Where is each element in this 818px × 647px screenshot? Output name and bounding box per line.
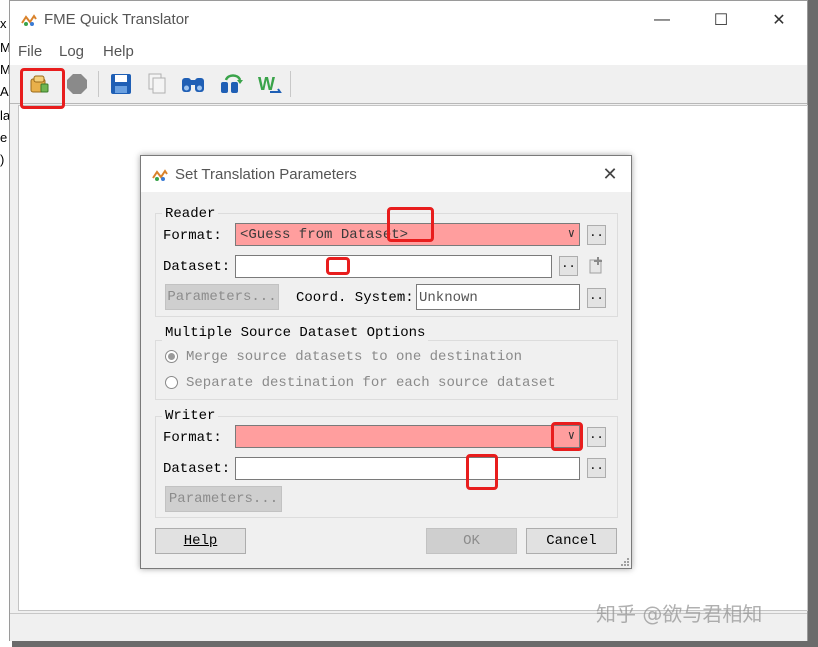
writer-parameters-button[interactable]: Parameters... <box>165 486 282 512</box>
coord-system-value: Unknown <box>419 290 478 306</box>
dialog-close-button[interactable]: ✕ <box>599 163 621 185</box>
close-icon: ✕ <box>772 12 786 29</box>
resize-grip-icon[interactable] <box>619 556 630 567</box>
background-text-fragment: e <box>0 130 8 145</box>
writer-format-label: Format: <box>163 430 222 446</box>
window-title: FME Quick Translator <box>44 11 190 28</box>
close-icon: ✕ <box>602 164 618 184</box>
separate-option-label: Separate destination for each source dat… <box>186 375 556 391</box>
menu-bar: File Log Help <box>10 39 807 65</box>
menu-help[interactable]: Help <box>103 43 134 60</box>
save-icon <box>111 74 131 94</box>
chevron-down-icon: ∨ <box>567 227 575 241</box>
stop-button[interactable] <box>62 69 92 99</box>
separate-option-radio[interactable] <box>165 376 178 389</box>
minimize-button[interactable]: — <box>639 7 685 33</box>
find-icon <box>182 78 204 92</box>
coord-system-label: Coord. System: <box>296 290 414 306</box>
writer-dataset-browse-button[interactable]: .. <box>587 458 606 478</box>
coord-system-input[interactable]: Unknown <box>416 284 580 310</box>
toolbar: W <box>10 65 807 104</box>
minimize-icon: — <box>654 11 670 28</box>
find-next-icon <box>221 74 243 93</box>
reader-format-label: Format: <box>163 228 222 244</box>
reader-format-browse-button[interactable]: .. <box>587 225 606 245</box>
reader-group-label: Reader <box>162 206 219 222</box>
maximize-icon: ☐ <box>713 12 729 29</box>
reader-dataset-browse-button[interactable]: .. <box>559 256 578 276</box>
merge-option-radio[interactable] <box>165 350 178 363</box>
maximize-button[interactable]: ☐ <box>698 7 744 33</box>
background-text-fragment: A <box>0 84 9 99</box>
dialog-title: Set Translation Parameters <box>175 166 357 183</box>
workbench-icon: W <box>258 74 282 94</box>
writer-group-label: Writer <box>162 408 219 424</box>
fme-dialog-icon <box>152 169 168 181</box>
close-button[interactable]: ✕ <box>756 7 802 33</box>
background-text-fragment: ) <box>0 152 5 167</box>
menu-file[interactable]: File <box>18 43 42 60</box>
dialog-title-bar: Set Translation Parameters ✕ <box>141 156 631 192</box>
ok-button[interactable]: OK <box>426 528 517 554</box>
reader-parameters-button[interactable]: Parameters... <box>165 284 279 310</box>
writer-dataset-label: Dataset: <box>163 461 231 477</box>
reader-dataset-input[interactable] <box>235 255 552 278</box>
save-button[interactable] <box>106 69 136 99</box>
stop-icon <box>67 74 87 94</box>
workbench-button[interactable]: W <box>254 69 284 99</box>
translate-button[interactable] <box>24 69 54 99</box>
merge-option-label: Merge source datasets to one destination <box>186 349 523 365</box>
toolbar-separator <box>290 71 291 97</box>
reader-dataset-label: Dataset: <box>163 259 231 275</box>
chevron-down-icon: ∨ <box>567 429 575 443</box>
translate-icon <box>30 75 49 93</box>
reader-format-select[interactable]: <Guess from Dataset> ∨ <box>235 223 580 246</box>
writer-dataset-input[interactable] <box>235 457 580 480</box>
writer-format-select[interactable]: ∨ <box>235 425 580 448</box>
copy-icon <box>148 73 166 94</box>
coord-system-browse-button[interactable]: .. <box>587 288 606 308</box>
find-button[interactable] <box>178 69 208 99</box>
menu-log[interactable]: Log <box>59 43 84 60</box>
add-dataset-button[interactable] <box>587 256 606 276</box>
find-next-button[interactable] <box>216 69 246 99</box>
add-dataset-icon <box>589 257 602 274</box>
multiple-source-group-label: Multiple Source Dataset Options <box>162 325 429 341</box>
set-translation-parameters-dialog: Set Translation Parameters ✕ Reader Form… <box>140 155 632 569</box>
title-bar: FME Quick Translator — ☐ ✕ <box>10 1 807 39</box>
reader-format-value: <Guess from Dataset> <box>240 227 409 243</box>
watermark-text: 知乎 @欲与君相知 <box>596 602 763 626</box>
toolbar-separator <box>98 71 99 97</box>
writer-format-browse-button[interactable]: .. <box>587 427 606 447</box>
background-text-fragment: x <box>0 16 7 31</box>
cancel-button[interactable]: Cancel <box>526 528 617 554</box>
fme-app-icon <box>21 14 37 26</box>
copy-button[interactable] <box>142 69 172 99</box>
help-button-label: Help <box>183 533 218 549</box>
help-button[interactable]: Help <box>155 528 246 554</box>
